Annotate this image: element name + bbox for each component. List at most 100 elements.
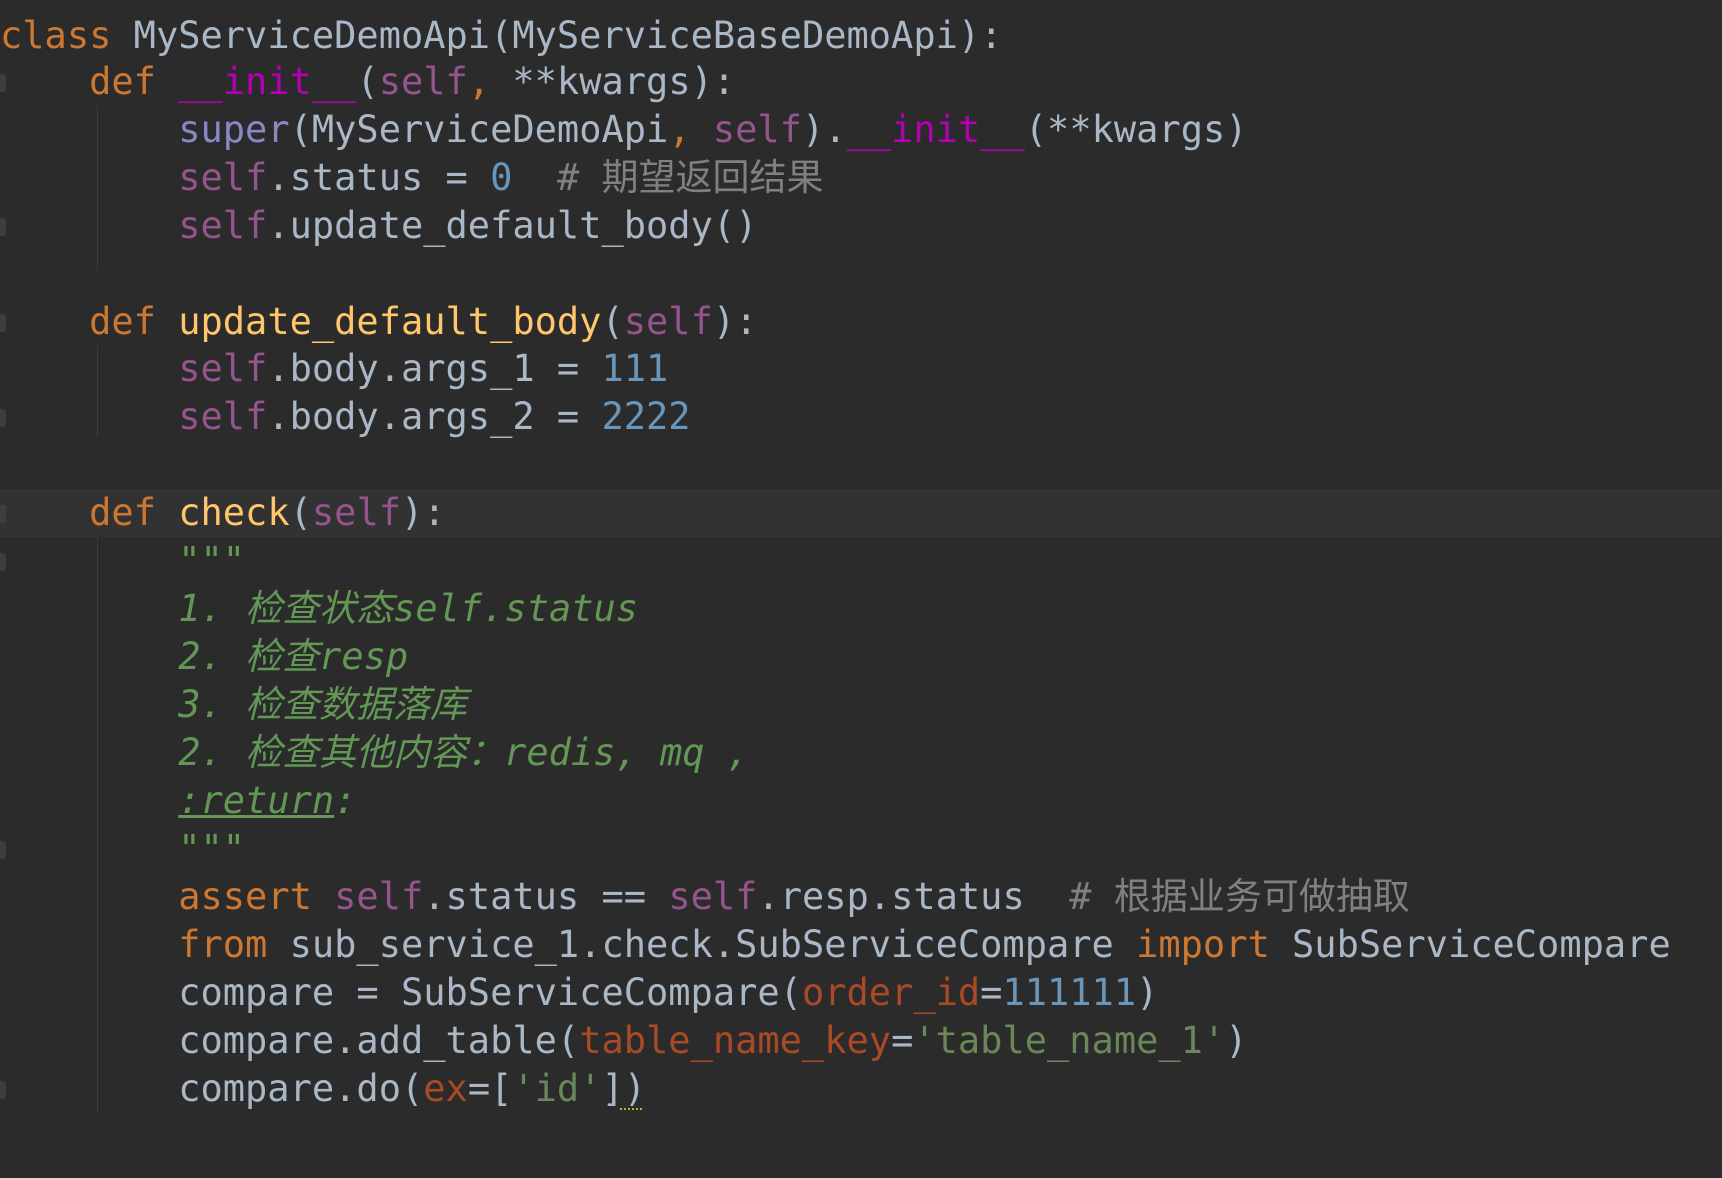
code-line[interactable]: compare = SubServiceCompare(order_id=111… xyxy=(0,969,1722,1017)
code-line[interactable]: def update_default_body(self): xyxy=(0,298,1722,346)
code-line[interactable] xyxy=(0,250,1722,298)
code-text: 2. 检查其他内容：redis, mq , xyxy=(0,729,749,777)
fold-marker-icon[interactable] xyxy=(0,1081,6,1099)
code-token: 'table_name_1' xyxy=(913,1019,1226,1062)
code-token: self xyxy=(178,156,268,199)
code-token: check xyxy=(178,491,290,534)
fold-marker-icon[interactable] xyxy=(0,841,6,859)
code-token: ( xyxy=(356,60,379,103)
code-token: , xyxy=(668,108,691,151)
code-line[interactable]: self.status = 0 # 期望返回结果 xyxy=(0,154,1722,202)
code-token: .resp.status xyxy=(757,875,1070,918)
inspection-warning-icon[interactable] xyxy=(620,1102,642,1110)
code-token: ): xyxy=(712,300,758,343)
code-token: 0 xyxy=(490,156,513,199)
code-token: def xyxy=(89,491,156,534)
code-line[interactable]: :return: xyxy=(0,777,1722,825)
code-line[interactable]: """ xyxy=(0,537,1722,585)
code-token: def xyxy=(89,300,156,343)
code-token: **kwargs): xyxy=(490,60,736,103)
code-token: 3. 检查数据落库 xyxy=(178,683,468,726)
code-token: 2. 检查其他内容：redis, mq , xyxy=(178,731,750,774)
fold-marker-icon[interactable] xyxy=(0,314,6,332)
code-token: __init__ xyxy=(178,60,357,103)
code-text: def update_default_body(self): xyxy=(0,298,757,346)
code-token: """ xyxy=(178,827,246,870)
code-token: 2222 xyxy=(601,395,691,438)
code-text: :return: xyxy=(0,777,356,825)
code-text: self.update_default_body() xyxy=(0,202,757,250)
code-token: = xyxy=(891,1019,914,1062)
code-line[interactable]: 1. 检查状态self.status xyxy=(0,585,1722,633)
code-token: from xyxy=(178,923,268,966)
code-editor[interactable]: class MyServiceDemoApi(MyServiceBaseDemo… xyxy=(0,0,1722,1178)
code-token: ex xyxy=(423,1067,468,1110)
code-line[interactable]: assert self.status == self.resp.status #… xyxy=(0,873,1722,921)
code-line[interactable]: 2. 检查其他内容：redis, mq , xyxy=(0,729,1722,777)
code-token: .status == xyxy=(423,875,669,918)
code-token: self xyxy=(178,347,268,390)
code-token: self xyxy=(178,395,268,438)
code-text: 3. 检查数据落库 xyxy=(0,681,467,729)
code-text: compare = SubServiceCompare(order_id=111… xyxy=(0,969,1158,1017)
code-text: assert self.status == self.resp.status #… xyxy=(0,873,1410,921)
code-token: 2. 检查resp xyxy=(178,635,409,678)
code-line[interactable]: def check(self): xyxy=(0,489,1722,537)
code-line[interactable] xyxy=(0,441,1722,489)
code-token: (**kwargs) xyxy=(1024,108,1248,151)
code-token: self xyxy=(712,108,802,151)
fold-marker-icon[interactable] xyxy=(0,74,6,92)
code-token: table_name_key xyxy=(579,1019,892,1062)
code-text: self.body.args_2 = 2222 xyxy=(0,393,691,441)
code-token: self xyxy=(378,60,468,103)
code-token: : xyxy=(334,779,357,822)
code-line[interactable]: compare.do(ex=['id']) xyxy=(0,1065,1722,1113)
code-token: SubServiceCompare xyxy=(1269,923,1671,966)
code-token: .body.args_1 = xyxy=(267,347,602,390)
code-token: self xyxy=(623,300,713,343)
code-token: """ xyxy=(178,539,246,582)
code-line[interactable]: 2. 检查resp xyxy=(0,633,1722,681)
code-line[interactable]: """ xyxy=(0,825,1722,873)
code-token: sub_service_1.check.SubServiceCompare xyxy=(267,923,1137,966)
fold-marker-icon[interactable] xyxy=(0,505,6,523)
code-token: # 根据业务可做抽取 xyxy=(1069,875,1410,918)
code-token: (MyServiceDemoApi xyxy=(289,108,669,151)
code-line[interactable]: super(MyServiceDemoApi, self).__init__(*… xyxy=(0,106,1722,154)
fold-marker-icon[interactable] xyxy=(0,409,6,427)
fold-marker-icon[interactable] xyxy=(0,553,6,571)
code-line[interactable]: class MyServiceDemoApi(MyServiceBaseDemo… xyxy=(0,12,1722,60)
code-line[interactable]: self.body.args_1 = 111 xyxy=(0,345,1722,393)
code-token: __init__ xyxy=(846,108,1025,151)
code-text: """ xyxy=(0,825,245,873)
fold-marker-icon[interactable] xyxy=(0,218,6,236)
code-text: super(MyServiceDemoApi, self).__init__(*… xyxy=(0,106,1248,154)
code-line[interactable]: self.body.args_2 = 2222 xyxy=(0,393,1722,441)
code-text: """ xyxy=(0,537,245,585)
code-token: self xyxy=(178,204,268,247)
code-text: def __init__(self, **kwargs): xyxy=(0,58,735,106)
code-line[interactable]: from sub_service_1.check.SubServiceCompa… xyxy=(0,921,1722,969)
code-token: assert xyxy=(178,875,312,918)
code-line[interactable]: self.update_default_body() xyxy=(0,202,1722,250)
code-line[interactable]: 3. 检查数据落库 xyxy=(0,681,1722,729)
code-line[interactable]: def __init__(self, **kwargs): xyxy=(0,58,1722,106)
code-line[interactable]: compare.add_table(table_name_key='table_… xyxy=(0,1017,1722,1065)
